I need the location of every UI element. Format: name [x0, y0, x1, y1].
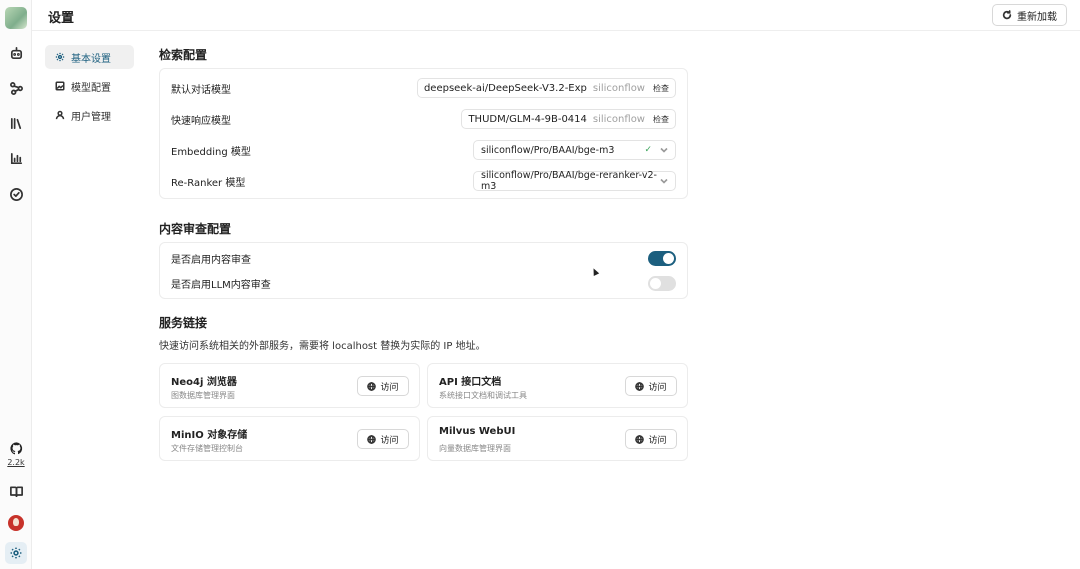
- chevron-down-icon: [660, 147, 668, 153]
- service-card-api-docs: API 接口文档 系统接口文档和调试工具 访问: [427, 363, 688, 408]
- service-name: Neo4j 浏览器: [171, 377, 237, 388]
- default-model-label: 默认对话模型: [171, 84, 231, 96]
- graph-icon[interactable]: [8, 80, 24, 96]
- llm-moderation-row: 是否启用LLM内容审查: [171, 273, 676, 293]
- user-icon: [55, 110, 65, 120]
- refresh-icon: [1002, 10, 1012, 20]
- user-avatar[interactable]: [8, 515, 24, 531]
- globe-icon: [635, 434, 645, 444]
- page-header: 设置 重新加载: [32, 0, 1080, 31]
- moderation-label: 是否启用内容审查: [171, 254, 251, 266]
- github-icon[interactable]: [8, 440, 24, 456]
- service-subtitle: 系统接口文档和调试工具: [439, 391, 527, 400]
- service-card-neo4j: Neo4j 浏览器 图数据库管理界面 访问: [159, 363, 420, 408]
- globe-icon: [367, 434, 377, 444]
- reranker-select[interactable]: siliconflow/Pro/BAAI/bge-reranker-v2-m3: [473, 170, 676, 192]
- moderation-row: 是否启用内容审查: [171, 248, 676, 268]
- task-check-icon[interactable]: [8, 186, 24, 202]
- moderation-card: 是否启用内容审查 是否启用LLM内容审查: [159, 242, 688, 299]
- embedding-ok-icon: ✓: [644, 145, 652, 155]
- retrieval-card: 默认对话模型 deepseek-ai/DeepSeek-V3.2-Exp sil…: [159, 68, 688, 199]
- image-icon: [55, 81, 65, 91]
- service-name: MinIO 对象存储: [171, 430, 248, 441]
- service-card-milvus: Milvus WebUI 向量数据库管理界面 访问: [427, 416, 688, 461]
- subnav-item-models[interactable]: 模型配置: [45, 74, 134, 98]
- reranker-label: Re-Ranker 模型: [171, 177, 246, 189]
- service-name: Milvus WebUI: [439, 426, 516, 437]
- moderation-section-title: 内容审查配置: [159, 222, 232, 236]
- fast-model-provider: siliconflow: [592, 113, 645, 125]
- service-subtitle: 文件存储管理控制台: [171, 444, 243, 453]
- default-model-selector[interactable]: deepseek-ai/DeepSeek-V3.2-Exp siliconflo…: [416, 78, 676, 98]
- visit-label: 访问: [648, 435, 667, 446]
- fast-model-selector[interactable]: THUDM/GLM-4-9B-0414 siliconflow 检查: [461, 109, 676, 129]
- visit-button[interactable]: 访问: [625, 376, 677, 396]
- fast-model-check-button[interactable]: 检查: [651, 114, 669, 125]
- visit-button[interactable]: 访问: [357, 376, 409, 396]
- visit-label: 访问: [648, 382, 667, 393]
- subnav-item-basic[interactable]: 基本设置: [45, 45, 134, 69]
- fast-model-label: 快速响应模型: [171, 115, 231, 127]
- subnav-item-users[interactable]: 用户管理: [45, 103, 134, 127]
- llm-moderation-toggle[interactable]: [648, 275, 676, 291]
- services-section-title: 服务链接: [159, 316, 208, 330]
- service-subtitle: 图数据库管理界面: [171, 391, 235, 400]
- globe-icon: [367, 381, 377, 391]
- toggle-knob: [650, 277, 661, 289]
- app-logo[interactable]: [5, 7, 27, 29]
- reload-button[interactable]: 重新加载: [992, 4, 1067, 26]
- embedding-value: siliconflow/Pro/BAAI/bge-m3: [481, 144, 615, 156]
- github-star-count[interactable]: 2.2k: [3, 458, 29, 467]
- embedding-label: Embedding 模型: [171, 146, 251, 158]
- embedding-row: Embedding 模型 siliconflow/Pro/BAAI/bge-m3…: [171, 140, 676, 160]
- visit-label: 访问: [380, 382, 399, 393]
- fast-model-value: THUDM/GLM-4-9B-0414: [468, 113, 587, 125]
- service-card-minio: MinIO 对象存储 文件存储管理控制台 访问: [159, 416, 420, 461]
- chart-icon[interactable]: [8, 150, 24, 166]
- default-model-provider: siliconflow: [592, 82, 645, 94]
- visit-button[interactable]: 访问: [357, 429, 409, 449]
- services-description: 快速访问系统相关的外部服务，需要将 localhost 替换为实际的 IP 地址…: [159, 341, 486, 352]
- visit-label: 访问: [380, 435, 399, 446]
- reranker-value: siliconflow/Pro/BAAI/bge-reranker-v2-m3: [481, 170, 657, 192]
- chevron-down-icon: [660, 178, 668, 184]
- settings-gear-icon[interactable]: [5, 542, 27, 564]
- embedding-select[interactable]: siliconflow/Pro/BAAI/bge-m3 ✓: [473, 140, 676, 160]
- visit-button[interactable]: 访问: [625, 429, 677, 449]
- docs-book-icon[interactable]: [8, 483, 24, 499]
- moderation-toggle[interactable]: [648, 250, 676, 266]
- retrieval-section-title: 检索配置: [159, 48, 208, 62]
- reload-label: 重新加载: [1017, 11, 1057, 23]
- gear-icon: [55, 52, 65, 62]
- settings-subnav: 基本设置 模型配置 用户管理: [45, 45, 134, 132]
- llm-moderation-label: 是否启用LLM内容审查: [171, 279, 271, 291]
- globe-icon: [635, 381, 645, 391]
- default-model-row: 默认对话模型 deepseek-ai/DeepSeek-V3.2-Exp sil…: [171, 78, 676, 98]
- service-subtitle: 向量数据库管理界面: [439, 444, 511, 453]
- service-name: API 接口文档: [439, 377, 502, 388]
- toggle-knob: [663, 252, 674, 264]
- subnav-label: 基本设置: [71, 53, 111, 65]
- subnav-label: 用户管理: [71, 111, 111, 123]
- page-title: 设置: [48, 11, 75, 26]
- reranker-row: Re-Ranker 模型 siliconflow/Pro/BAAI/bge-re…: [171, 170, 676, 192]
- robot-icon[interactable]: [8, 45, 24, 61]
- default-model-value: deepseek-ai/DeepSeek-V3.2-Exp: [423, 82, 587, 94]
- library-icon[interactable]: [8, 115, 24, 131]
- fast-model-row: 快速响应模型 THUDM/GLM-4-9B-0414 siliconflow 检…: [171, 109, 676, 129]
- left-rail: 2.2k: [0, 0, 32, 569]
- subnav-label: 模型配置: [71, 82, 111, 94]
- default-model-check-button[interactable]: 检查: [651, 83, 669, 94]
